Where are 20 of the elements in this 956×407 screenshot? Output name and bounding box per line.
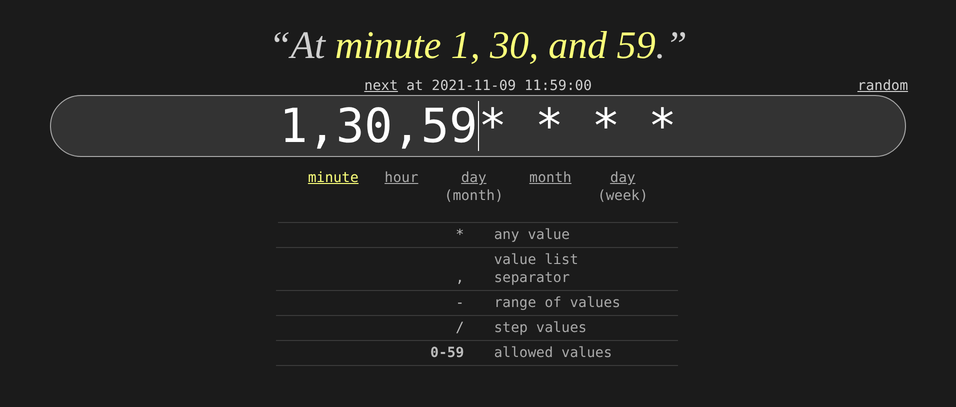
legend-symbol: *	[456, 226, 464, 244]
field-tab[interactable]: day (month)	[431, 169, 516, 205]
next-link[interactable]: next	[364, 77, 398, 95]
next-run-time: at 2021-11-09 11:59:00	[405, 77, 592, 95]
legend-meaning: range of values	[494, 294, 622, 312]
field-tab[interactable]: minute	[294, 169, 372, 205]
field-tab[interactable]: month	[516, 169, 584, 205]
cron-description: “At minute 1, 30, and 59.”	[268, 24, 688, 68]
legend-meaning: value list separator	[494, 251, 580, 287]
legend-symbol: /	[456, 319, 464, 337]
field-tab[interactable]: hour	[372, 169, 432, 205]
legend-meaning: any value	[494, 226, 571, 244]
legend-symbol: -	[456, 294, 464, 312]
legend-symbol: 0-59	[430, 344, 464, 362]
field-tab[interactable]: day (week)	[584, 169, 662, 205]
legend-meaning: allowed values	[494, 344, 614, 362]
random-link[interactable]: random	[857, 77, 908, 95]
legend-symbol: ,	[456, 269, 464, 287]
cron-input-field[interactable]: 1,30,59* * * *	[50, 95, 906, 157]
legend-meaning: step values	[494, 319, 588, 337]
